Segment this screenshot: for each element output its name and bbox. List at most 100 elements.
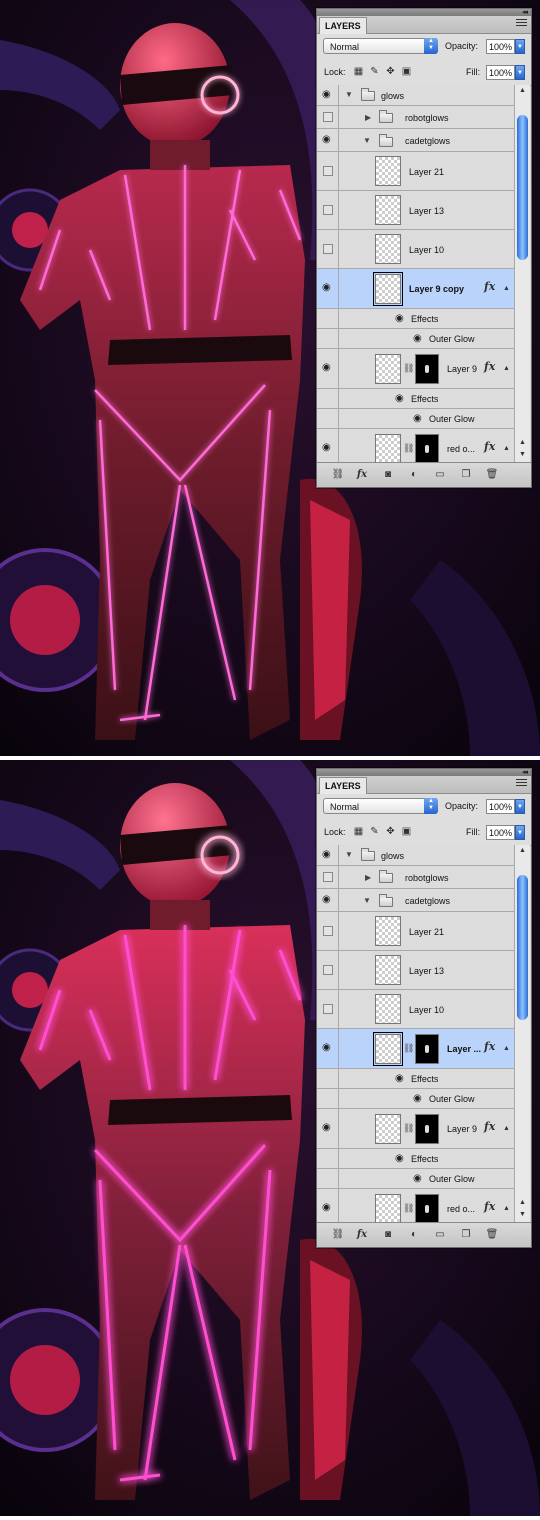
add-style-icon[interactable]: fx: [355, 469, 369, 481]
fill-field[interactable]: 100%: [486, 65, 515, 80]
layers-scrollbar[interactable]: ▲ ▲ ▼: [514, 85, 530, 462]
eye-icon[interactable]: ◉: [322, 283, 334, 293]
lock-all-icon[interactable]: ▣: [401, 66, 412, 77]
opacity-field[interactable]: 100%: [486, 799, 515, 814]
eye-icon[interactable]: ◉: [395, 1154, 404, 1164]
trash-icon[interactable]: 🗑: [485, 469, 499, 481]
opacity-dropdown-icon[interactable]: ▼: [515, 39, 525, 54]
link-icon[interactable]: ⛓: [403, 1043, 414, 1054]
fx-icon[interactable]: fx: [484, 1120, 495, 1133]
layers-scrollbar[interactable]: ▲ ▲ ▼: [514, 845, 530, 1222]
effects-row[interactable]: ◉ Effects: [317, 1069, 514, 1089]
new-group-icon[interactable]: ▭: [433, 1229, 447, 1241]
fx-icon[interactable]: fx: [484, 440, 495, 453]
panel-menu-icon[interactable]: [516, 779, 527, 788]
expanded-triangle-icon[interactable]: ▼: [345, 90, 353, 99]
fx-icon[interactable]: fx: [484, 280, 495, 293]
layer-group-robotglows[interactable]: ▶ robotglows: [317, 866, 514, 889]
layer-row[interactable]: Layer 21: [317, 152, 514, 191]
scroll-up-icon[interactable]: ▲: [515, 437, 530, 448]
effects-row[interactable]: ◉ Effects: [317, 309, 514, 329]
layer-group-cadetglows[interactable]: ◉ ▼ cadetglows: [317, 889, 514, 912]
collapse-icon[interactable]: ◂◂: [522, 768, 528, 776]
eye-icon[interactable]: ◉: [413, 414, 422, 424]
lock-transparent-icon[interactable]: ▦: [353, 826, 364, 837]
tab-layers[interactable]: LAYERS: [319, 777, 367, 794]
lock-all-icon[interactable]: ▣: [401, 826, 412, 837]
fill-dropdown-icon[interactable]: ▼: [515, 825, 525, 840]
hidden-visibility-box[interactable]: [323, 112, 333, 122]
layer-row[interactable]: ◉ ⛓ Layer 9 fx ▲: [317, 349, 514, 389]
layer-group-glows[interactable]: ◉ ▼ glows: [317, 845, 514, 866]
add-mask-icon[interactable]: ◙: [381, 469, 395, 481]
layer-row[interactable]: ◉ ⛓ red o... fx ▲: [317, 1189, 514, 1222]
effects-toggle-icon[interactable]: ▲: [503, 1045, 510, 1052]
eye-icon[interactable]: ◉: [395, 394, 404, 404]
fx-icon[interactable]: fx: [484, 1200, 495, 1213]
layer-row-selected[interactable]: ◉ Layer 9 copy fx ▲: [317, 269, 514, 309]
layer-row[interactable]: ◉ ⛓ Layer 9 fx ▲: [317, 1109, 514, 1149]
eye-icon[interactable]: ◉: [413, 1094, 422, 1104]
select-arrows-icon[interactable]: ▲ ▼: [424, 798, 438, 814]
effects-row[interactable]: ◉ Effects: [317, 389, 514, 409]
select-arrows-icon[interactable]: ▲ ▼: [424, 38, 438, 54]
eye-icon[interactable]: ◉: [413, 1174, 422, 1184]
link-icon[interactable]: ⛓: [403, 363, 414, 374]
opacity-dropdown-icon[interactable]: ▼: [515, 799, 525, 814]
fill-dropdown-icon[interactable]: ▼: [515, 65, 525, 80]
scroll-up-icon[interactable]: ▲: [515, 1197, 530, 1208]
scrollbar-thumb[interactable]: [517, 115, 528, 260]
hidden-visibility-box[interactable]: [323, 872, 333, 882]
adjustment-layer-icon[interactable]: ◐: [407, 1229, 421, 1241]
link-icon[interactable]: ⛓: [403, 1123, 414, 1134]
panel-title-bar[interactable]: ◂◂: [317, 9, 531, 16]
effects-toggle-icon[interactable]: ▲: [503, 365, 510, 372]
eye-icon[interactable]: ◉: [322, 135, 334, 145]
layer-row[interactable]: Layer 21: [317, 912, 514, 951]
lock-move-icon[interactable]: ✥: [385, 826, 396, 837]
scroll-down-icon[interactable]: ▼: [515, 1209, 530, 1220]
effects-toggle-icon[interactable]: ▲: [503, 1205, 510, 1212]
effect-outer-glow-row[interactable]: ◉ Outer Glow: [317, 1089, 514, 1109]
eye-icon[interactable]: ◉: [322, 1123, 334, 1133]
fx-icon[interactable]: fx: [484, 360, 495, 373]
add-mask-icon[interactable]: ◙: [381, 1229, 395, 1241]
blend-mode-select[interactable]: Normal ▲ ▼: [323, 38, 438, 54]
collapsed-triangle-icon[interactable]: ▶: [365, 873, 371, 882]
eye-icon[interactable]: ◉: [322, 895, 334, 905]
layer-row-selected[interactable]: ◉ ⛓ Layer ... fx ▲: [317, 1029, 514, 1069]
fx-icon[interactable]: fx: [484, 1040, 495, 1053]
scrollbar-thumb[interactable]: [517, 875, 528, 1020]
panel-menu-icon[interactable]: [516, 19, 527, 28]
lock-transparent-icon[interactable]: ▦: [353, 66, 364, 77]
layer-row[interactable]: Layer 10: [317, 990, 514, 1029]
effects-toggle-icon[interactable]: ▲: [503, 445, 510, 452]
hidden-visibility-box[interactable]: [323, 1004, 333, 1014]
scroll-up-icon[interactable]: ▲: [515, 85, 530, 96]
eye-icon[interactable]: ◉: [322, 850, 334, 860]
opacity-field[interactable]: 100%: [486, 39, 515, 54]
link-icon[interactable]: ⛓: [403, 443, 414, 454]
expanded-triangle-icon[interactable]: ▼: [345, 850, 353, 859]
eye-icon[interactable]: ◉: [395, 1074, 404, 1084]
layer-row[interactable]: Layer 13: [317, 951, 514, 990]
scroll-up-icon[interactable]: ▲: [515, 845, 530, 856]
link-icon[interactable]: ⛓: [403, 1203, 414, 1214]
effect-outer-glow-row[interactable]: ◉ Outer Glow: [317, 329, 514, 349]
effects-row[interactable]: ◉ Effects: [317, 1149, 514, 1169]
hidden-visibility-box[interactable]: [323, 926, 333, 936]
layer-group-glows[interactable]: ◉ ▼ glows: [317, 85, 514, 106]
fill-field[interactable]: 100%: [486, 825, 515, 840]
new-layer-icon[interactable]: ❐: [459, 1229, 473, 1241]
eye-icon[interactable]: ◉: [322, 1203, 334, 1213]
link-layers-icon[interactable]: ⛓: [331, 469, 345, 481]
eye-icon[interactable]: ◉: [322, 443, 334, 453]
layer-row[interactable]: Layer 10: [317, 230, 514, 269]
add-style-icon[interactable]: fx: [355, 1229, 369, 1241]
layer-group-robotglows[interactable]: ▶ robotglows: [317, 106, 514, 129]
panel-title-bar[interactable]: ◂◂: [317, 769, 531, 776]
effect-outer-glow-row[interactable]: ◉ Outer Glow: [317, 1169, 514, 1189]
link-layers-icon[interactable]: ⛓: [331, 1229, 345, 1241]
expanded-triangle-icon[interactable]: ▼: [363, 896, 371, 905]
eye-icon[interactable]: ◉: [322, 1043, 334, 1053]
